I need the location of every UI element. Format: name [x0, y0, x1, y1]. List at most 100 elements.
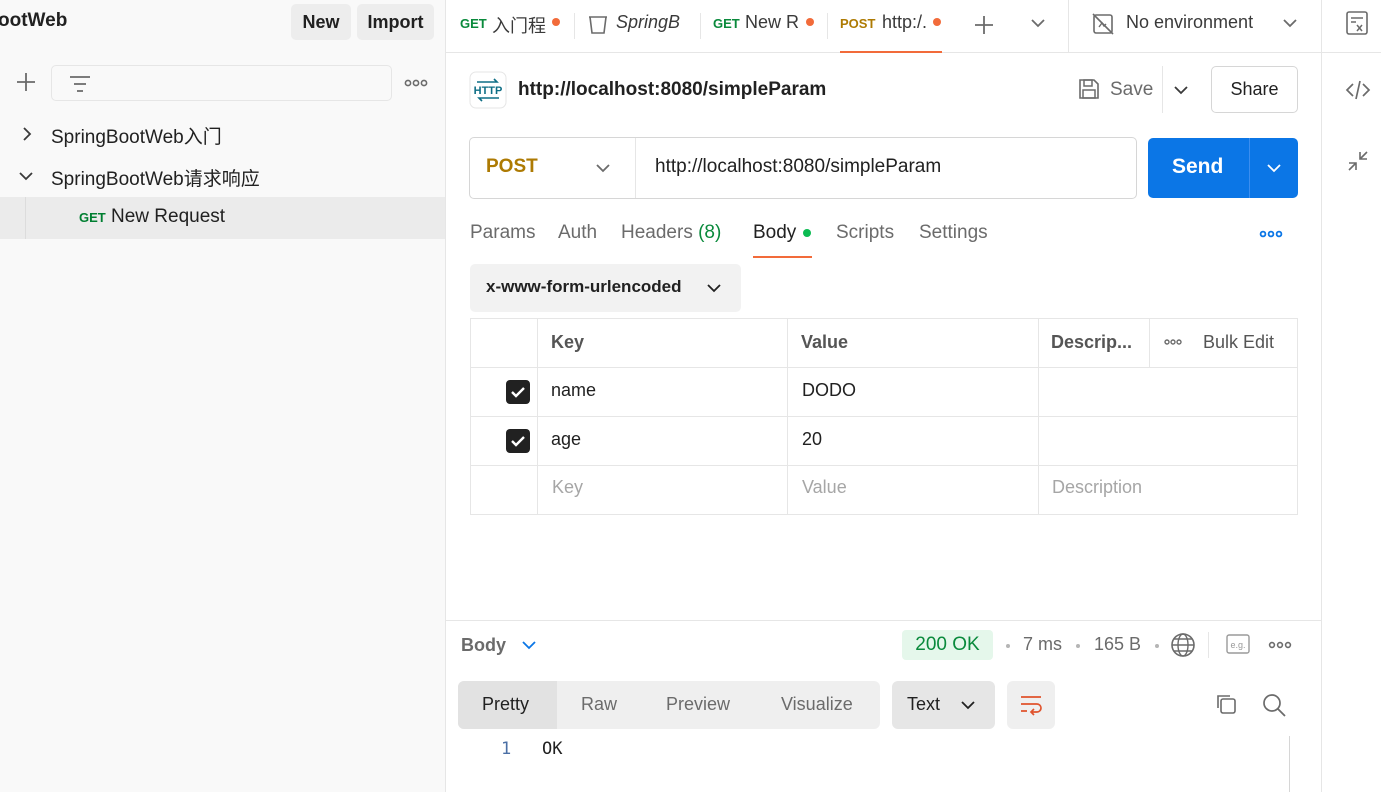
tab-title: New R [745, 12, 800, 32]
chevron-down-icon[interactable] [960, 699, 976, 711]
tab-headers[interactable]: Headers (8) [621, 222, 721, 244]
tree-indent-guide [25, 197, 26, 239]
tab-request-1[interactable]: GET 入门程 [446, 0, 574, 53]
url-input[interactable]: http://localhost:8080/simpleParam [655, 156, 941, 178]
request-more-icon[interactable] [1259, 229, 1283, 239]
meta-separator [1155, 644, 1159, 648]
wrap-lines-icon [1019, 694, 1043, 716]
tree-item-collection-2[interactable]: SpringBootWeb请求响应 [0, 155, 445, 197]
column-header-value: Value [801, 332, 849, 352]
copy-icon[interactable] [1214, 692, 1238, 716]
table-row-divider [470, 416, 1298, 417]
tree-item-collection-1[interactable]: SpringBootWeb入门 [0, 113, 445, 155]
add-collection-icon[interactable] [14, 70, 38, 94]
unsaved-dot [552, 18, 560, 26]
tabs-dropdown-icon[interactable] [1030, 17, 1046, 29]
request-method-badge: GET [79, 210, 106, 225]
chevron-down-icon[interactable] [521, 639, 537, 651]
response-more-icon[interactable] [1268, 640, 1292, 650]
headers-count: (8) [698, 222, 722, 243]
method-select[interactable]: POST [486, 156, 538, 178]
tab-auth[interactable]: Auth [558, 222, 597, 244]
chevron-right-icon[interactable] [20, 126, 34, 142]
search-icon[interactable] [1261, 692, 1287, 718]
save-icon[interactable] [1077, 77, 1101, 101]
send-split-divider [1249, 138, 1250, 198]
table-more-icon[interactable] [1164, 338, 1182, 346]
code-snippet-icon[interactable] [1345, 79, 1371, 101]
line-number: 1 [501, 739, 512, 759]
bulk-edit-button[interactable]: Bulk Edit [1203, 332, 1274, 353]
view-tab-preview[interactable]: Preview [666, 694, 730, 715]
response-scrollbar[interactable] [1289, 736, 1290, 792]
response-divider [446, 620, 1321, 621]
body-type-label[interactable]: x-www-form-urlencoded [486, 277, 682, 297]
tree-item-request[interactable]: GET New Request [0, 197, 445, 239]
table-col-divider [1038, 318, 1039, 515]
share-button[interactable]: Share [1211, 66, 1298, 113]
chevron-down-icon[interactable] [18, 170, 34, 182]
tree-item-label: SpringBootWeb入门 [51, 127, 222, 148]
param-key[interactable]: age [551, 429, 581, 450]
response-body-text[interactable]: OK [542, 739, 562, 759]
new-key-input[interactable]: Key [552, 477, 583, 498]
send-options-chevron-icon[interactable] [1266, 162, 1282, 174]
chevron-down-icon [1282, 17, 1298, 29]
environment-label: No environment [1126, 12, 1254, 32]
view-tab-pretty[interactable]: Pretty [482, 694, 529, 715]
tab-title: 入门程 [492, 16, 546, 36]
right-rail [1321, 53, 1381, 792]
chevron-down-icon[interactable] [706, 282, 722, 294]
table-col-divider [537, 318, 538, 515]
unsaved-dot [806, 18, 814, 26]
row-checkbox[interactable] [506, 429, 530, 453]
save-options-chevron-icon[interactable] [1173, 84, 1189, 96]
row-checkbox[interactable] [506, 380, 530, 404]
response-section-select[interactable]: Body [461, 635, 506, 656]
sidebar-search-input[interactable] [51, 65, 392, 101]
expand-collapse-icon[interactable] [1347, 150, 1369, 172]
param-key[interactable]: name [551, 380, 596, 401]
new-description-input[interactable]: Description [1052, 477, 1142, 498]
request-title[interactable]: http://localhost:8080/simpleParam [518, 79, 826, 101]
param-value[interactable]: 20 [802, 429, 822, 450]
view-tab-visualize[interactable]: Visualize [781, 694, 853, 715]
tab-collection[interactable]: SpringB [575, 0, 700, 53]
tab-scripts[interactable]: Scripts [836, 222, 894, 244]
meta-divider [1208, 632, 1209, 658]
new-tab-icon[interactable] [973, 14, 995, 36]
method-chevron-icon[interactable] [595, 162, 611, 174]
tab-headers-label: Headers [621, 222, 693, 243]
http-request-icon: HTTP [469, 71, 507, 109]
save-button[interactable]: Save [1110, 79, 1153, 101]
import-button[interactable]: Import [357, 4, 434, 40]
send-label[interactable]: Send [1172, 155, 1223, 179]
column-header-key: Key [551, 332, 585, 352]
tree-item-label: SpringBootWeb请求响应 [51, 169, 260, 190]
rail-divider [1321, 0, 1322, 53]
wrap-lines-button[interactable] [1007, 681, 1055, 729]
environment-quick-look-icon[interactable] [1345, 10, 1369, 36]
save-example-icon[interactable]: e.g. [1226, 634, 1250, 654]
environment-selector[interactable]: No environment [1069, 0, 1319, 53]
tab-params[interactable]: Params [470, 222, 535, 244]
response-size: 165 B [1094, 634, 1142, 654]
collection-icon [587, 12, 609, 36]
response-format-label[interactable]: Text [907, 694, 940, 715]
no-environment-icon [1091, 12, 1115, 36]
globe-icon[interactable] [1170, 632, 1196, 658]
sidebar-more-icon[interactable] [404, 78, 428, 88]
tab-settings[interactable]: Settings [919, 222, 988, 244]
tab-request-active[interactable]: POST http:/. [828, 0, 954, 53]
tab-title: SpringB [616, 12, 681, 32]
tab-request-2[interactable]: GET New R [701, 0, 827, 53]
checkmark-icon [511, 387, 525, 398]
tab-method: POST [840, 16, 876, 31]
save-divider [1162, 66, 1163, 113]
new-value-input[interactable]: Value [802, 477, 847, 498]
new-button[interactable]: New [291, 4, 351, 40]
tab-body[interactable]: Body [753, 222, 796, 244]
view-tab-raw[interactable]: Raw [581, 694, 617, 715]
unsaved-dot [933, 18, 941, 26]
param-value[interactable]: DODO [802, 380, 856, 401]
